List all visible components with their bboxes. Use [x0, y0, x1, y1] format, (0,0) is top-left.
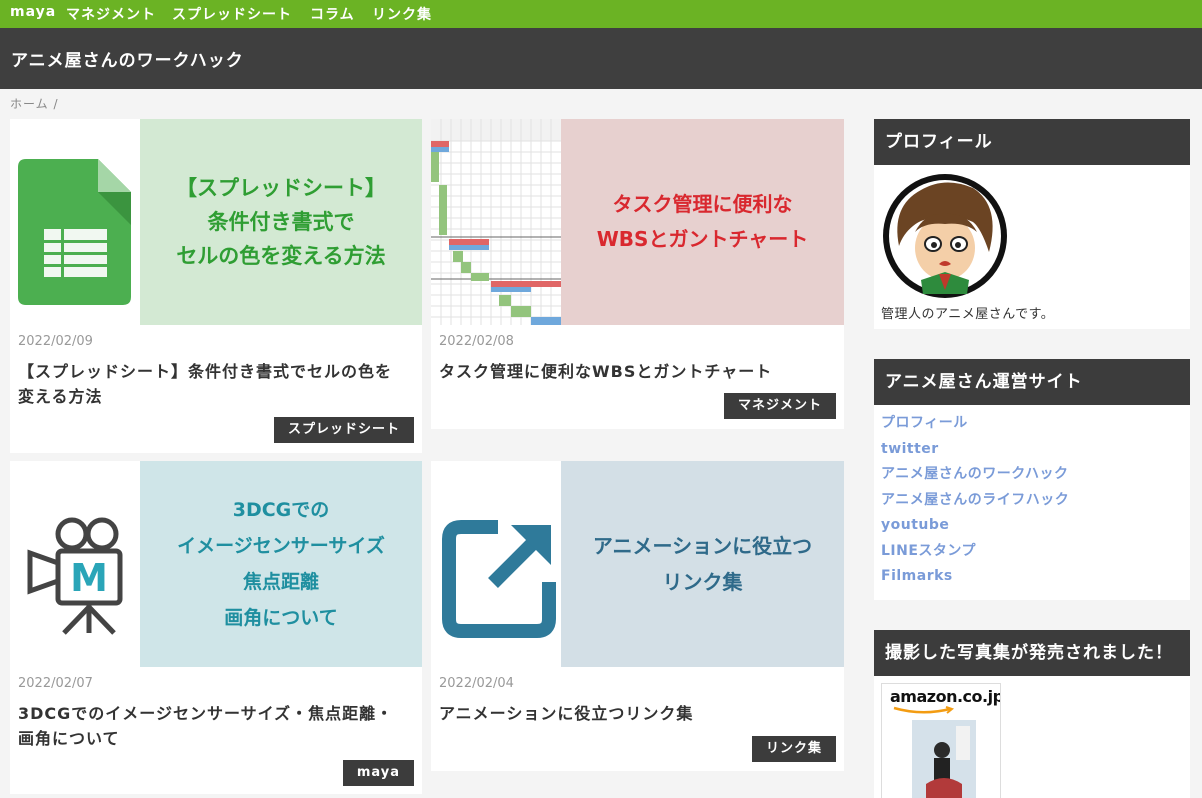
post-title[interactable]: タスク管理に便利なWBSとガントチャート: [439, 359, 772, 384]
nav-link-links[interactable]: リンク集: [372, 4, 432, 24]
widget-heading: 撮影した写真集が発売されました！: [874, 630, 1190, 676]
profile-body: 管理人のアニメ屋さんです。: [874, 165, 1190, 329]
widget-heading: アニメ屋さん運営サイト: [874, 359, 1190, 405]
maya-camera-icon: M: [10, 461, 140, 667]
post-card[interactable]: 【スプレッドシート】 条件付き書式で セルの色を変える方法 2022/02/09…: [10, 119, 422, 453]
thumbnail-caption-line: イメージセンサーサイズ: [177, 535, 385, 557]
photobook-widget: 撮影した写真集が発売されました！ amazon.co.jp: [874, 630, 1190, 798]
amazon-logo: amazon.co.jp: [890, 687, 1001, 706]
category-badge[interactable]: maya: [342, 760, 414, 786]
nav-link-spreadsheet[interactable]: スプレッドシート: [172, 4, 292, 24]
post-title-line: 画角について: [18, 729, 120, 748]
post-title-line: 変える方法: [18, 387, 103, 406]
sidebar-link-lifehack[interactable]: アニメ屋さんのライフハック: [881, 488, 1183, 514]
post-date: 2022/02/07: [18, 676, 93, 691]
thumbnail-caption: アニメーションに役立つ リンク集: [561, 461, 844, 667]
post-title[interactable]: アニメーションに役立つリンク集: [439, 701, 693, 726]
breadcrumb-home[interactable]: ホーム: [10, 97, 49, 111]
post-card[interactable]: M 3DCGでの イメージセンサーサイズ 焦点距離 画角について 2022/02…: [10, 461, 422, 794]
site-header: アニメ屋さんのワークハック: [0, 28, 1202, 89]
sidebar-link-youtube[interactable]: youtube: [881, 513, 1183, 539]
google-sheets-icon: [10, 119, 140, 325]
book-cover-icon: [912, 720, 976, 798]
top-navigation: maya マネジメント スプレッドシート コラム リンク集: [0, 0, 1202, 28]
category-badge[interactable]: マネジメント: [723, 393, 836, 419]
sidebar-link-workhack[interactable]: アニメ屋さんのワークハック: [881, 462, 1183, 488]
nav-link-management[interactable]: マネジメント: [66, 4, 156, 24]
profile-widget: プロフィール 管理人のアニメ屋さんです。: [874, 119, 1190, 329]
nav-link-maya[interactable]: maya: [10, 4, 56, 20]
post-thumbnail[interactable]: 【スプレッドシート】 条件付き書式で セルの色を変える方法: [10, 119, 422, 325]
post-card[interactable]: アニメーションに役立つ リンク集 2022/02/04 アニメーションに役立つリ…: [431, 461, 844, 771]
thumbnail-caption: タスク管理に便利な WBSとガントチャート: [561, 119, 844, 325]
thumbnail-caption-line: 画角について: [224, 607, 338, 629]
widget-heading: プロフィール: [874, 119, 1190, 165]
post-title-line: 3DCGでのイメージセンサーサイズ・焦点距離・: [18, 704, 394, 723]
sites-list: プロフィール twitter アニメ屋さんのワークハック アニメ屋さんのライフハ…: [874, 405, 1190, 597]
post-thumbnail[interactable]: タスク管理に便利な WBSとガントチャート: [431, 119, 844, 325]
sidebar-link-twitter[interactable]: twitter: [881, 437, 1183, 463]
post-thumbnail[interactable]: アニメーションに役立つ リンク集: [431, 461, 844, 667]
post-date: 2022/02/08: [439, 334, 514, 349]
breadcrumb: ホーム /: [10, 95, 59, 112]
thumbnail-caption-line: 条件付き書式で: [207, 210, 355, 234]
post-date: 2022/02/04: [439, 676, 514, 691]
amazon-product-link[interactable]: amazon.co.jp: [881, 683, 1001, 798]
post-title-line: アニメーションに役立つリンク集: [439, 704, 694, 723]
photobook-body: amazon.co.jp: [874, 676, 1190, 798]
breadcrumb-separator: /: [53, 97, 59, 111]
site-title[interactable]: アニメ屋さんのワークハック: [11, 46, 244, 71]
thumbnail-caption-line: WBSとガントチャート: [596, 227, 809, 251]
post-title[interactable]: 3DCGでのイメージセンサーサイズ・焦点距離・ 画角について: [18, 701, 393, 751]
nav-link-column[interactable]: コラム: [310, 4, 355, 24]
category-badge[interactable]: リンク集: [751, 736, 836, 762]
svg-text:M: M: [70, 556, 108, 600]
external-link-icon: [431, 461, 561, 667]
profile-text: 管理人のアニメ屋さんです。: [881, 307, 1055, 322]
thumbnail-caption-line: 【スプレッドシート】: [176, 176, 386, 200]
post-thumbnail[interactable]: M 3DCGでの イメージセンサーサイズ 焦点距離 画角について: [10, 461, 422, 667]
thumbnail-caption-line: セルの色を変える方法: [176, 244, 386, 268]
post-title-line: タスク管理に便利なWBSとガントチャート: [439, 362, 773, 381]
sites-widget: アニメ屋さん運営サイト プロフィール twitter アニメ屋さんのワークハック…: [874, 359, 1190, 600]
sidebar-link-profile[interactable]: プロフィール: [881, 411, 1183, 437]
thumbnail-caption-line: アニメーションに役立つ: [592, 534, 813, 558]
thumbnail-caption-line: リンク集: [662, 570, 743, 594]
gantt-chart-icon: [431, 119, 561, 325]
sidebar-link-filmarks[interactable]: Filmarks: [881, 564, 1183, 590]
thumbnail-caption-line: 焦点距離: [242, 571, 319, 593]
post-title[interactable]: 【スプレッドシート】条件付き書式でセルの色を 変える方法: [18, 359, 392, 409]
post-title-line: 【スプレッドシート】条件付き書式でセルの色を: [18, 362, 393, 381]
post-card[interactable]: タスク管理に便利な WBSとガントチャート 2022/02/08 タスク管理に便…: [431, 119, 844, 429]
category-badge[interactable]: スプレッドシート: [273, 417, 414, 443]
thumbnail-caption: 【スプレッドシート】 条件付き書式で セルの色を変える方法: [140, 119, 422, 325]
thumbnail-caption: 3DCGでの イメージセンサーサイズ 焦点距離 画角について: [140, 461, 422, 667]
post-date: 2022/02/09: [18, 334, 93, 349]
amazon-smile-icon: [893, 706, 955, 714]
thumbnail-caption-line: タスク管理に便利な: [612, 192, 793, 216]
thumbnail-caption-line: 3DCGでの: [232, 499, 330, 521]
sidebar-link-line-stamp[interactable]: LINEスタンプ: [881, 539, 1183, 565]
avatar: [881, 172, 1009, 300]
